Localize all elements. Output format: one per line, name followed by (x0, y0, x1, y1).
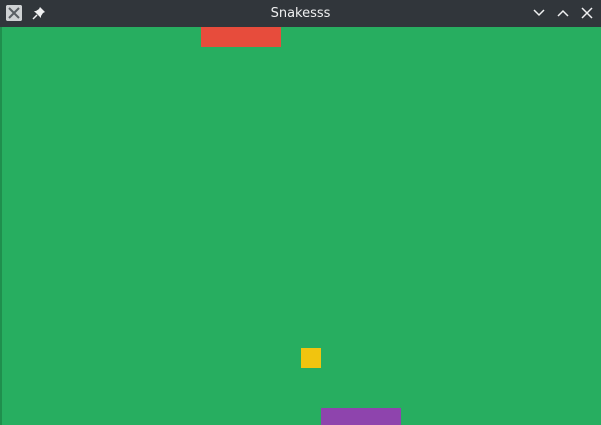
purple-snake (321, 408, 401, 425)
pin-icon[interactable] (31, 5, 47, 21)
close-button[interactable] (578, 4, 596, 22)
title-bar: Snakesss (0, 0, 601, 27)
red-snake (201, 27, 281, 47)
maximize-button[interactable] (554, 4, 572, 22)
board-edge (0, 27, 2, 425)
food-pellet (301, 348, 321, 368)
app-icon[interactable] (6, 5, 22, 21)
game-window: Snakesss (0, 0, 601, 425)
chevron-up-icon (557, 9, 569, 17)
game-board[interactable] (0, 27, 601, 425)
close-icon (581, 7, 593, 19)
minimize-button[interactable] (530, 4, 548, 22)
window-title: Snakesss (270, 6, 331, 21)
chevron-down-icon (533, 9, 545, 17)
